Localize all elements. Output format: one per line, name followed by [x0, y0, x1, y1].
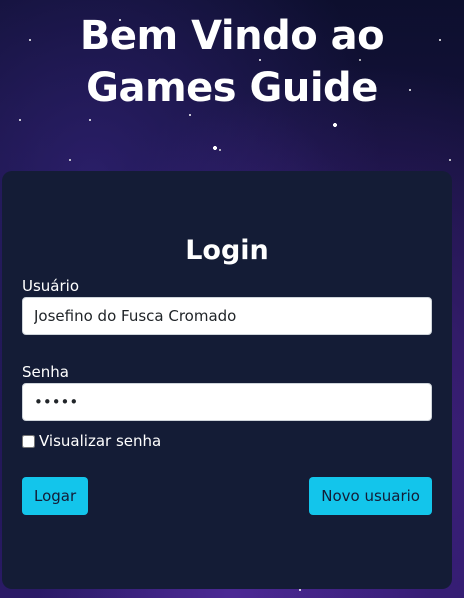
page-title: Bem Vindo ao Games Guide: [79, 13, 385, 111]
show-password-label: Visualizar senha: [39, 432, 162, 450]
show-password-row: Visualizar senha: [22, 431, 161, 451]
login-card: Login Usuário Senha Visualizar senha Log…: [2, 171, 452, 589]
password-input[interactable]: [22, 383, 432, 421]
login-heading: Login: [185, 235, 269, 266]
username-input[interactable]: [22, 297, 432, 335]
show-password-checkbox[interactable]: [22, 434, 35, 448]
new-user-button[interactable]: Novo usuario: [309, 477, 432, 515]
login-button[interactable]: Logar: [22, 477, 89, 515]
password-label: Senha: [22, 363, 69, 381]
username-label: Usuário: [22, 277, 80, 295]
